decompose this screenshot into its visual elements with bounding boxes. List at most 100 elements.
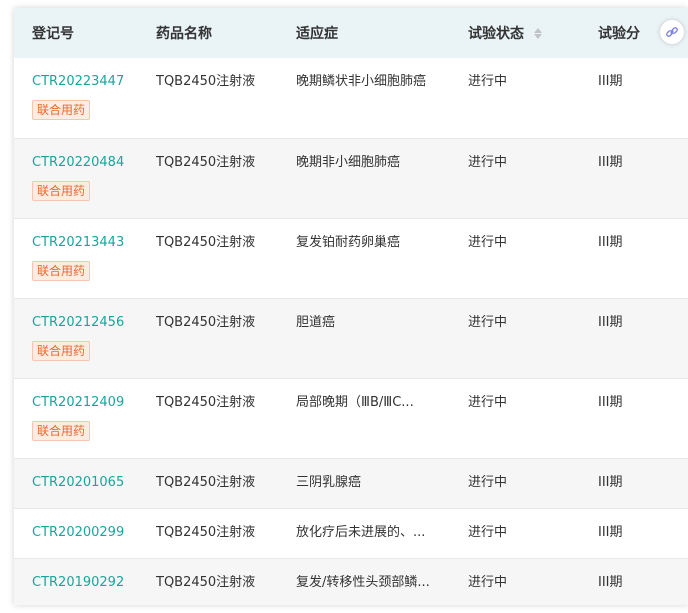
table-row[interactable]: CTR20220484 联合用药 TQB2450注射液 晚期非小细胞肺癌 进行中 III期 <box>14 138 688 219</box>
status-cell: 进行中 <box>450 298 580 379</box>
registration-cell: CTR20213443 联合用药 <box>14 218 138 299</box>
combination-tag: 联合用药 <box>32 180 91 201</box>
status-cell-text: 进行中 <box>468 574 508 590</box>
registration-cell: CTR20200299 <box>14 508 138 559</box>
registration-link[interactable]: CTR20213443 <box>32 235 138 251</box>
phase-cell: III期 <box>580 378 688 459</box>
status-cell-text: 进行中 <box>468 394 508 410</box>
indication-cell-text: 局部晚期（ⅢB/ⅢC... <box>296 394 414 410</box>
combination-tag: 联合用药 <box>32 340 91 361</box>
phase-cell-text: III期 <box>598 74 623 89</box>
status-cell-text: 进行中 <box>468 524 508 540</box>
indication-cell-text: 放化疗后未进展的、... <box>296 524 426 540</box>
drug-name-cell-text: TQB2450注射液 <box>156 74 256 89</box>
table-row[interactable]: CTR20223447 联合用药 TQB2450注射液 晚期鳞状非小细胞肺癌 进行中 II… <box>14 58 688 139</box>
status-cell: 进行中 <box>450 508 580 559</box>
indication-cell-text: 复发铂耐药卵巢癌 <box>296 234 401 250</box>
column-header-indication[interactable]: 适应症 <box>278 8 450 58</box>
drug-name-cell: TQB2450注射液 <box>138 378 278 459</box>
column-header-label: 试验分 <box>598 26 640 42</box>
drug-name-cell: TQB2450注射液 <box>138 138 278 219</box>
indication-cell: 晚期鳞状非小细胞肺癌 <box>278 58 450 139</box>
registration-link[interactable]: CTR20201065 <box>32 475 138 491</box>
phase-cell: III期 <box>580 458 688 509</box>
drug-name-cell: TQB2450注射液 <box>138 558 278 605</box>
drug-name-cell: TQB2450注射液 <box>138 218 278 299</box>
phase-cell-text: III期 <box>598 314 623 330</box>
column-header-status[interactable]: 试验状态 <box>450 8 580 58</box>
status-cell: 进行中 <box>450 558 580 605</box>
drug-name-cell: TQB2450注射液 <box>138 58 278 139</box>
indication-cell: 复发/转移性头颈部鳞... <box>278 558 450 605</box>
registration-cell: CTR20223447 联合用药 <box>14 58 138 139</box>
phase-cell-text: III期 <box>598 234 623 250</box>
phase-cell: III期 <box>580 138 688 219</box>
registration-link[interactable]: CTR20190292 <box>32 575 138 591</box>
registration-cell: CTR20201065 <box>14 458 138 509</box>
phase-cell: III期 <box>580 508 688 559</box>
phase-cell: III期 <box>580 298 688 379</box>
column-header-label: 药品名称 <box>156 26 212 42</box>
registration-cell: CTR20190292 <box>14 558 138 605</box>
column-header-registration[interactable]: 登记号 <box>14 8 138 58</box>
phase-cell-text: III期 <box>598 394 623 410</box>
status-cell: 进行中 <box>450 138 580 219</box>
phase-cell-text: III期 <box>598 524 623 540</box>
table-row[interactable]: CTR20190292 TQB2450注射液 复发/转移性头颈部鳞... 进行中 III… <box>14 558 688 605</box>
status-cell-text: 进行中 <box>468 314 508 330</box>
drug-name-cell-text: TQB2450注射液 <box>156 154 256 170</box>
phase-cell-text: III期 <box>598 574 623 590</box>
status-cell-text: 进行中 <box>468 74 508 89</box>
status-cell: 进行中 <box>450 458 580 509</box>
drug-name-cell-text: TQB2450注射液 <box>156 574 256 590</box>
registration-link[interactable]: CTR20200299 <box>32 525 138 541</box>
sort-icon[interactable] <box>534 27 542 40</box>
combination-tag: 联合用药 <box>32 260 91 281</box>
indication-cell: 放化疗后未进展的、... <box>278 508 450 559</box>
status-cell-text: 进行中 <box>468 474 508 490</box>
table-header-row: 登记号 药品名称 适应症 试验状态 试验分 <box>14 8 688 58</box>
registration-cell: CTR20212456 联合用药 <box>14 298 138 379</box>
phase-cell: III期 <box>580 218 688 299</box>
registration-cell: CTR20220484 联合用药 <box>14 138 138 219</box>
table-row[interactable]: CTR20213443 联合用药 TQB2450注射液 复发铂耐药卵巢癌 进行中 III期 <box>14 218 688 299</box>
indication-cell: 复发铂耐药卵巢癌 <box>278 218 450 299</box>
column-header-label: 适应症 <box>296 26 338 42</box>
trial-table-panel: 登记号 药品名称 适应症 试验状态 试验分 CTR20223447 联合用药 TQB… <box>14 8 688 605</box>
table-row[interactable]: CTR20200299 TQB2450注射液 放化疗后未进展的、... 进行中 III期 <box>14 508 688 559</box>
status-cell: 进行中 <box>450 58 580 139</box>
registration-link[interactable]: CTR20220484 <box>32 155 138 171</box>
trial-table: 登记号 药品名称 适应症 试验状态 试验分 CTR20223447 联合用药 TQB… <box>14 8 688 605</box>
table-row[interactable]: CTR20212456 联合用药 TQB2450注射液 胆道癌 进行中 III期 <box>14 298 688 379</box>
indication-cell: 三阴乳腺癌 <box>278 458 450 509</box>
drug-name-cell: TQB2450注射液 <box>138 298 278 379</box>
indication-cell: 局部晚期（ⅢB/ⅢC... <box>278 378 450 459</box>
indication-cell-text: 晚期鳞状非小细胞肺癌 <box>296 74 427 89</box>
drug-name-cell-text: TQB2450注射液 <box>156 524 256 540</box>
table-row[interactable]: CTR20212409 联合用药 TQB2450注射液 局部晚期（ⅢB/ⅢC... 进行… <box>14 378 688 459</box>
drug-name-cell: TQB2450注射液 <box>138 508 278 559</box>
drug-name-cell: TQB2450注射液 <box>138 458 278 509</box>
indication-cell-text: 胆道癌 <box>296 314 336 330</box>
combination-tag: 联合用药 <box>32 100 91 120</box>
phase-cell-text: III期 <box>598 474 623 490</box>
table-row[interactable]: CTR20201065 TQB2450注射液 三阴乳腺癌 进行中 III期 <box>14 458 688 509</box>
column-header-drug[interactable]: 药品名称 <box>138 8 278 58</box>
phase-cell-text: III期 <box>598 154 623 170</box>
drug-name-cell-text: TQB2450注射液 <box>156 314 256 330</box>
status-cell: 进行中 <box>450 378 580 459</box>
indication-cell-text: 三阴乳腺癌 <box>296 474 362 490</box>
indication-cell-text: 复发/转移性头颈部鳞... <box>296 574 430 590</box>
drug-name-cell-text: TQB2450注射液 <box>156 474 256 490</box>
column-header-label: 登记号 <box>32 26 74 42</box>
indication-cell: 晚期非小细胞肺癌 <box>278 138 450 219</box>
status-cell-text: 进行中 <box>468 154 508 170</box>
status-cell: 进行中 <box>450 218 580 299</box>
registration-cell: CTR20212409 联合用药 <box>14 378 138 459</box>
combination-tag: 联合用药 <box>32 420 91 441</box>
registration-link[interactable]: CTR20223447 <box>32 74 138 90</box>
registration-link[interactable]: CTR20212456 <box>32 315 138 331</box>
link-icon[interactable] <box>660 20 684 44</box>
registration-link[interactable]: CTR20212409 <box>32 395 138 411</box>
column-header-label: 试验状态 <box>468 26 524 42</box>
